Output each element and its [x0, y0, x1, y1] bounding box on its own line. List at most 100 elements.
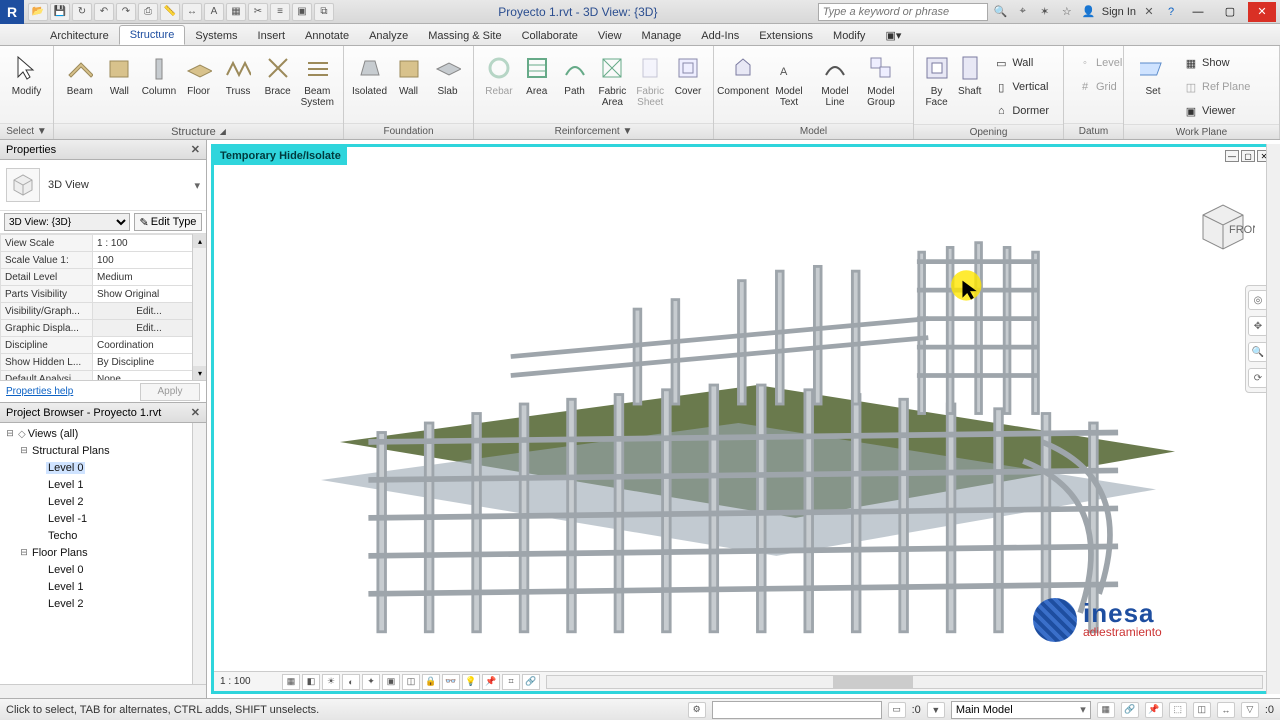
vc-detail-icon[interactable]: ▦ [282, 674, 300, 690]
property-grid[interactable]: View Scale1 : 100Scale Value 1:100Detail… [0, 234, 206, 380]
properties-close-icon[interactable]: ✕ [191, 143, 200, 156]
close-button[interactable]: ✕ [1248, 2, 1276, 22]
model-group-button[interactable]: ModelGroup [858, 50, 904, 108]
prop-value[interactable]: Coordination [93, 337, 206, 354]
tab-addins[interactable]: Add-Ins [691, 27, 749, 45]
view-scale[interactable]: 1 : 100 [220, 676, 280, 687]
tab-extensions[interactable]: Extensions [749, 27, 823, 45]
prop-value[interactable]: 100 [93, 252, 206, 269]
workset-selector[interactable]: Main Model▾ [951, 701, 1091, 719]
tab-collaborate[interactable]: Collaborate [512, 27, 588, 45]
tab-modify[interactable]: Modify [823, 27, 875, 45]
status-select-icon[interactable]: ▭ [888, 702, 906, 718]
opening-shaft-button[interactable]: Shaft [953, 50, 986, 97]
vc-crop-icon[interactable]: ▣ [382, 674, 400, 690]
view-hscrollbar[interactable] [546, 675, 1263, 689]
qat-open-icon[interactable]: 📂 [28, 3, 48, 21]
favorite-icon[interactable]: ☆ [1058, 3, 1076, 21]
wall-button[interactable]: Wall [100, 50, 140, 97]
browser-tree[interactable]: ⊟◇Views (all)⊟Structural PlansLevel 0Lev… [0, 423, 206, 698]
qat-save-icon[interactable]: 💾 [50, 3, 70, 21]
component-button[interactable]: Component [720, 50, 766, 97]
qat-print-icon[interactable]: ⎙ [138, 3, 158, 21]
model-text-button[interactable]: AModelText [766, 50, 812, 108]
nav-pan-icon[interactable]: ✥ [1248, 316, 1268, 336]
vc-sun-icon[interactable]: ☀ [322, 674, 340, 690]
qat-text-icon[interactable]: A [204, 3, 224, 21]
properties-scrollbar[interactable]: ▴▾ [192, 234, 206, 380]
subscription-icon[interactable]: ⌖ [1014, 3, 1032, 21]
comm-icon[interactable]: ✶ [1036, 3, 1054, 21]
vc-render-icon[interactable]: ✦ [362, 674, 380, 690]
panel-select-title[interactable]: Select ▼ [0, 123, 53, 139]
vc-temp-icon[interactable]: 👓 [442, 674, 460, 690]
status-face-icon[interactable]: ◫ [1193, 702, 1211, 718]
maximize-button[interactable]: ▢ [1216, 2, 1244, 22]
vc-constraint-icon[interactable]: 📌 [482, 674, 500, 690]
wall-button[interactable]: Wall [389, 50, 428, 97]
tab-view[interactable]: View [588, 27, 632, 45]
column-button[interactable]: Column [139, 50, 179, 97]
vc-style-icon[interactable]: ◧ [302, 674, 320, 690]
vc-lock-icon[interactable]: 🔒 [422, 674, 440, 690]
model-line-button[interactable]: ModelLine [812, 50, 858, 108]
qat-measure-icon[interactable]: 📏 [160, 3, 180, 21]
status-filter2-icon[interactable]: ▽ [1241, 702, 1259, 718]
datum-level-button[interactable]: ◦Level [1074, 52, 1126, 74]
tab-context-icon[interactable]: ▣▾ [875, 26, 911, 45]
tree-item-0-2[interactable]: Level 2 [0, 493, 206, 510]
prop-value[interactable]: Edit... [93, 303, 206, 320]
beam-button[interactable]: Beam [60, 50, 100, 97]
view-min-icon[interactable]: — [1225, 150, 1239, 162]
view-vscrollbar[interactable] [1266, 144, 1280, 694]
prop-value[interactable]: Medium [93, 269, 206, 286]
truss-button[interactable]: Truss [218, 50, 258, 97]
properties-header[interactable]: Properties ✕ [0, 140, 206, 160]
browser-hscrollbar[interactable] [0, 684, 206, 698]
search-icon[interactable]: 🔍 [992, 3, 1010, 21]
qat-switch-icon[interactable]: ⧉ [314, 3, 334, 21]
qat-close-hidden-icon[interactable]: ▣ [292, 3, 312, 21]
tab-architecture[interactable]: Architecture [40, 27, 119, 45]
tab-structure[interactable]: Structure [119, 25, 186, 45]
tree-item-0-1[interactable]: Level 1 [0, 476, 206, 493]
tree-item-1-2[interactable]: Level 2 [0, 595, 206, 612]
vc-shadow-icon[interactable]: ◐ [342, 674, 360, 690]
status-pin-icon[interactable]: 📌 [1145, 702, 1163, 718]
datum-grid-button[interactable]: #Grid [1074, 76, 1126, 98]
tab-manage[interactable]: Manage [632, 27, 692, 45]
tree-item-0-3[interactable]: Level -1 [0, 510, 206, 527]
area-button[interactable]: Area [518, 50, 556, 97]
view-max-icon[interactable]: ▢ [1241, 150, 1255, 162]
browser-close-icon[interactable]: ✕ [191, 406, 200, 419]
cover-button[interactable]: Cover [669, 50, 707, 97]
tab-systems[interactable]: Systems [185, 27, 247, 45]
opening-byface-button[interactable]: By Face [920, 50, 953, 108]
slab-button[interactable]: Slab [428, 50, 467, 97]
edit-type-button[interactable]: ✎Edit Type [134, 213, 202, 231]
tree-views-root[interactable]: ⊟◇Views (all) [0, 425, 206, 442]
panel-structure-title[interactable]: Structure◢ [54, 123, 343, 139]
user-icon[interactable]: 👤 [1080, 3, 1098, 21]
tab-massing[interactable]: Massing & Site [418, 27, 511, 45]
nav-orbit-icon[interactable]: ⟳ [1248, 368, 1268, 388]
type-dropdown-icon[interactable]: ▾ [194, 179, 200, 192]
tree-item-0-0[interactable]: Level 0 [0, 459, 206, 476]
exchange-icon[interactable]: ✕ [1140, 3, 1158, 21]
vc-cropshow-icon[interactable]: ◫ [402, 674, 420, 690]
modify-button[interactable]: Modify [6, 50, 47, 97]
beam-system-button[interactable]: BeamSystem [297, 50, 337, 108]
status-design-icon[interactable]: ▦ [1097, 702, 1115, 718]
vc-hide-icon[interactable]: 💡 [462, 674, 480, 690]
rebar-button[interactable]: Rebar [480, 50, 518, 97]
qat-3d-icon[interactable]: ▦ [226, 3, 246, 21]
search-input[interactable] [818, 3, 988, 21]
prop-value[interactable]: Edit... [93, 320, 206, 337]
browser-vscrollbar[interactable] [192, 423, 206, 684]
minimize-button[interactable]: — [1184, 2, 1212, 22]
sign-in-link[interactable]: Sign In [1102, 6, 1136, 18]
brace-button[interactable]: Brace [258, 50, 298, 97]
floor-button[interactable]: Floor [179, 50, 219, 97]
wp-ref-button[interactable]: ◫Ref Plane [1180, 76, 1254, 98]
app-logo[interactable]: R [0, 0, 24, 24]
